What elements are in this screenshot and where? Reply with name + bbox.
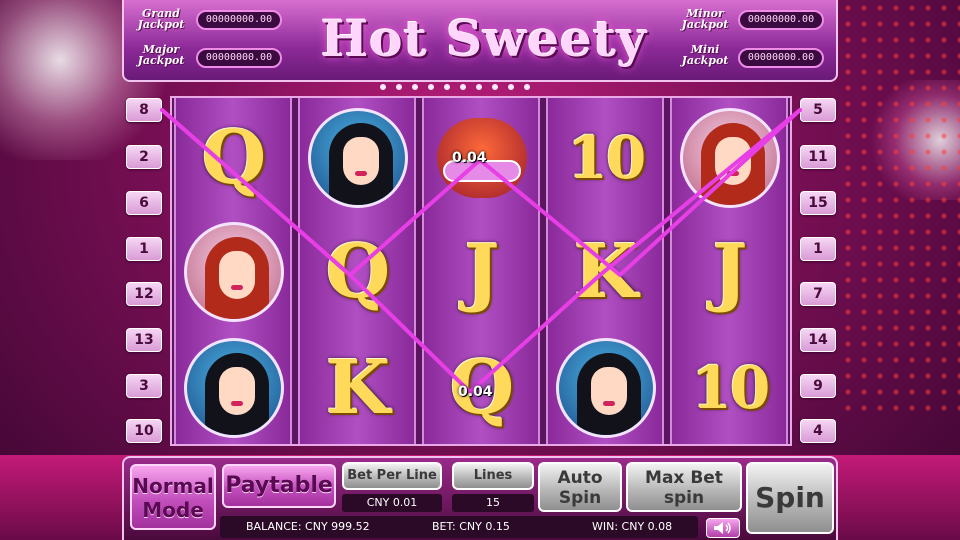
mini-jackpot-label: Mini Jackpot (681, 43, 729, 67)
reel-4: 10 K (546, 98, 664, 444)
symbol-k: K (304, 334, 412, 442)
status-bar: BALANCE: CNY 999.52 BET: CNY 0.15 WIN: C… (220, 516, 698, 538)
grand-jackpot-label: Grand Jackpot (137, 7, 185, 31)
right-payline-button[interactable]: 7 (800, 282, 836, 306)
reel-indicator-dots (380, 84, 580, 92)
symbol-j: J (676, 218, 784, 326)
minor-jackpot-label: Minor Jackpot (681, 7, 729, 31)
mini-jackpot-value: 00000000.00 (738, 48, 824, 68)
left-payline-button[interactable]: 10 (126, 419, 162, 443)
symbol-10: 10 (676, 334, 784, 442)
right-payline-button[interactable]: 11 (800, 145, 836, 169)
symbol-text: J (712, 229, 748, 315)
left-payline-button[interactable]: 1 (126, 237, 162, 261)
symbol-portrait-red (180, 218, 288, 326)
symbol-q: Q (304, 218, 412, 326)
major-jackpot-value: 00000000.00 (196, 48, 282, 68)
left-payline-button[interactable]: 8 (126, 98, 162, 122)
grand-jackpot-value: 00000000.00 (196, 10, 282, 30)
control-panel: Normal Mode Paytable Bet Per Line CNY 0.… (122, 456, 838, 540)
reel-5: J 10 (670, 98, 788, 444)
symbol-j: J (428, 218, 536, 326)
minor-jackpot-value: 00000000.00 (738, 10, 824, 30)
symbol-text: Q (201, 115, 267, 201)
portrait-red-icon (184, 222, 284, 322)
game-header: Grand Jackpot 00000000.00 Major Jackpot … (122, 0, 838, 82)
bet-display: BET: CNY 0.15 (432, 520, 510, 533)
left-payline-button[interactable]: 6 (126, 191, 162, 215)
right-payline-button[interactable]: 15 (800, 191, 836, 215)
symbol-10: 10 (552, 104, 660, 212)
symbol-text: 10 (567, 124, 647, 192)
line-win-amount: 0.04 (452, 150, 487, 166)
spin-button[interactable]: Spin (746, 462, 834, 534)
right-payline-button[interactable]: 5 (800, 98, 836, 122)
bet-per-line-value: CNY 0.01 (342, 494, 442, 512)
normal-mode-button[interactable]: Normal Mode (130, 464, 216, 530)
portrait-red-icon (680, 108, 780, 208)
left-payline-button[interactable]: 13 (126, 328, 162, 352)
paytable-button[interactable]: Paytable (222, 464, 336, 508)
left-payline-button[interactable]: 3 (126, 374, 162, 398)
lines-button[interactable]: Lines (452, 462, 534, 490)
portrait-dark-icon (308, 108, 408, 208)
reel-1: Q (174, 98, 292, 444)
balance-display: BALANCE: CNY 999.52 (246, 520, 370, 533)
symbol-portrait-dark (180, 334, 288, 442)
game-title: Hot Sweety (320, 9, 647, 68)
lines-value: 15 (452, 494, 534, 512)
game-stage: Grand Jackpot 00000000.00 Major Jackpot … (0, 0, 960, 540)
symbol-portrait-dark (552, 334, 660, 442)
sound-toggle-button[interactable] (706, 518, 740, 538)
bet-per-line-button[interactable]: Bet Per Line (342, 462, 442, 490)
portrait-dark-icon (184, 338, 284, 438)
symbol-q: Q (180, 104, 288, 212)
max-bet-spin-button[interactable]: Max Bet spin (626, 462, 742, 512)
win-display: WIN: CNY 0.08 (592, 520, 673, 533)
portrait-dark-icon (556, 338, 656, 438)
right-payline-button[interactable]: 1 (800, 237, 836, 261)
symbol-portrait-dark (304, 104, 412, 212)
symbol-text: K (573, 229, 639, 315)
symbol-text: K (325, 345, 391, 431)
right-payline-button[interactable]: 9 (800, 374, 836, 398)
right-payline-button[interactable]: 4 (800, 419, 836, 443)
symbol-text: J (464, 229, 500, 315)
stage-lights (840, 0, 960, 420)
right-payline-button[interactable]: 14 (800, 328, 836, 352)
symbol-text: Q (325, 229, 391, 315)
symbol-portrait-red (676, 104, 784, 212)
line-win-amount: 0.04 (458, 384, 493, 400)
left-payline-button[interactable]: 12 (126, 282, 162, 306)
major-jackpot-label: Major Jackpot (137, 43, 185, 67)
auto-spin-button[interactable]: Auto Spin (538, 462, 622, 512)
left-payline-button[interactable]: 2 (126, 145, 162, 169)
symbol-k: K (552, 218, 660, 326)
speaker-icon (714, 522, 731, 534)
symbol-text: 10 (691, 354, 771, 422)
reel-2: QK (298, 98, 416, 444)
